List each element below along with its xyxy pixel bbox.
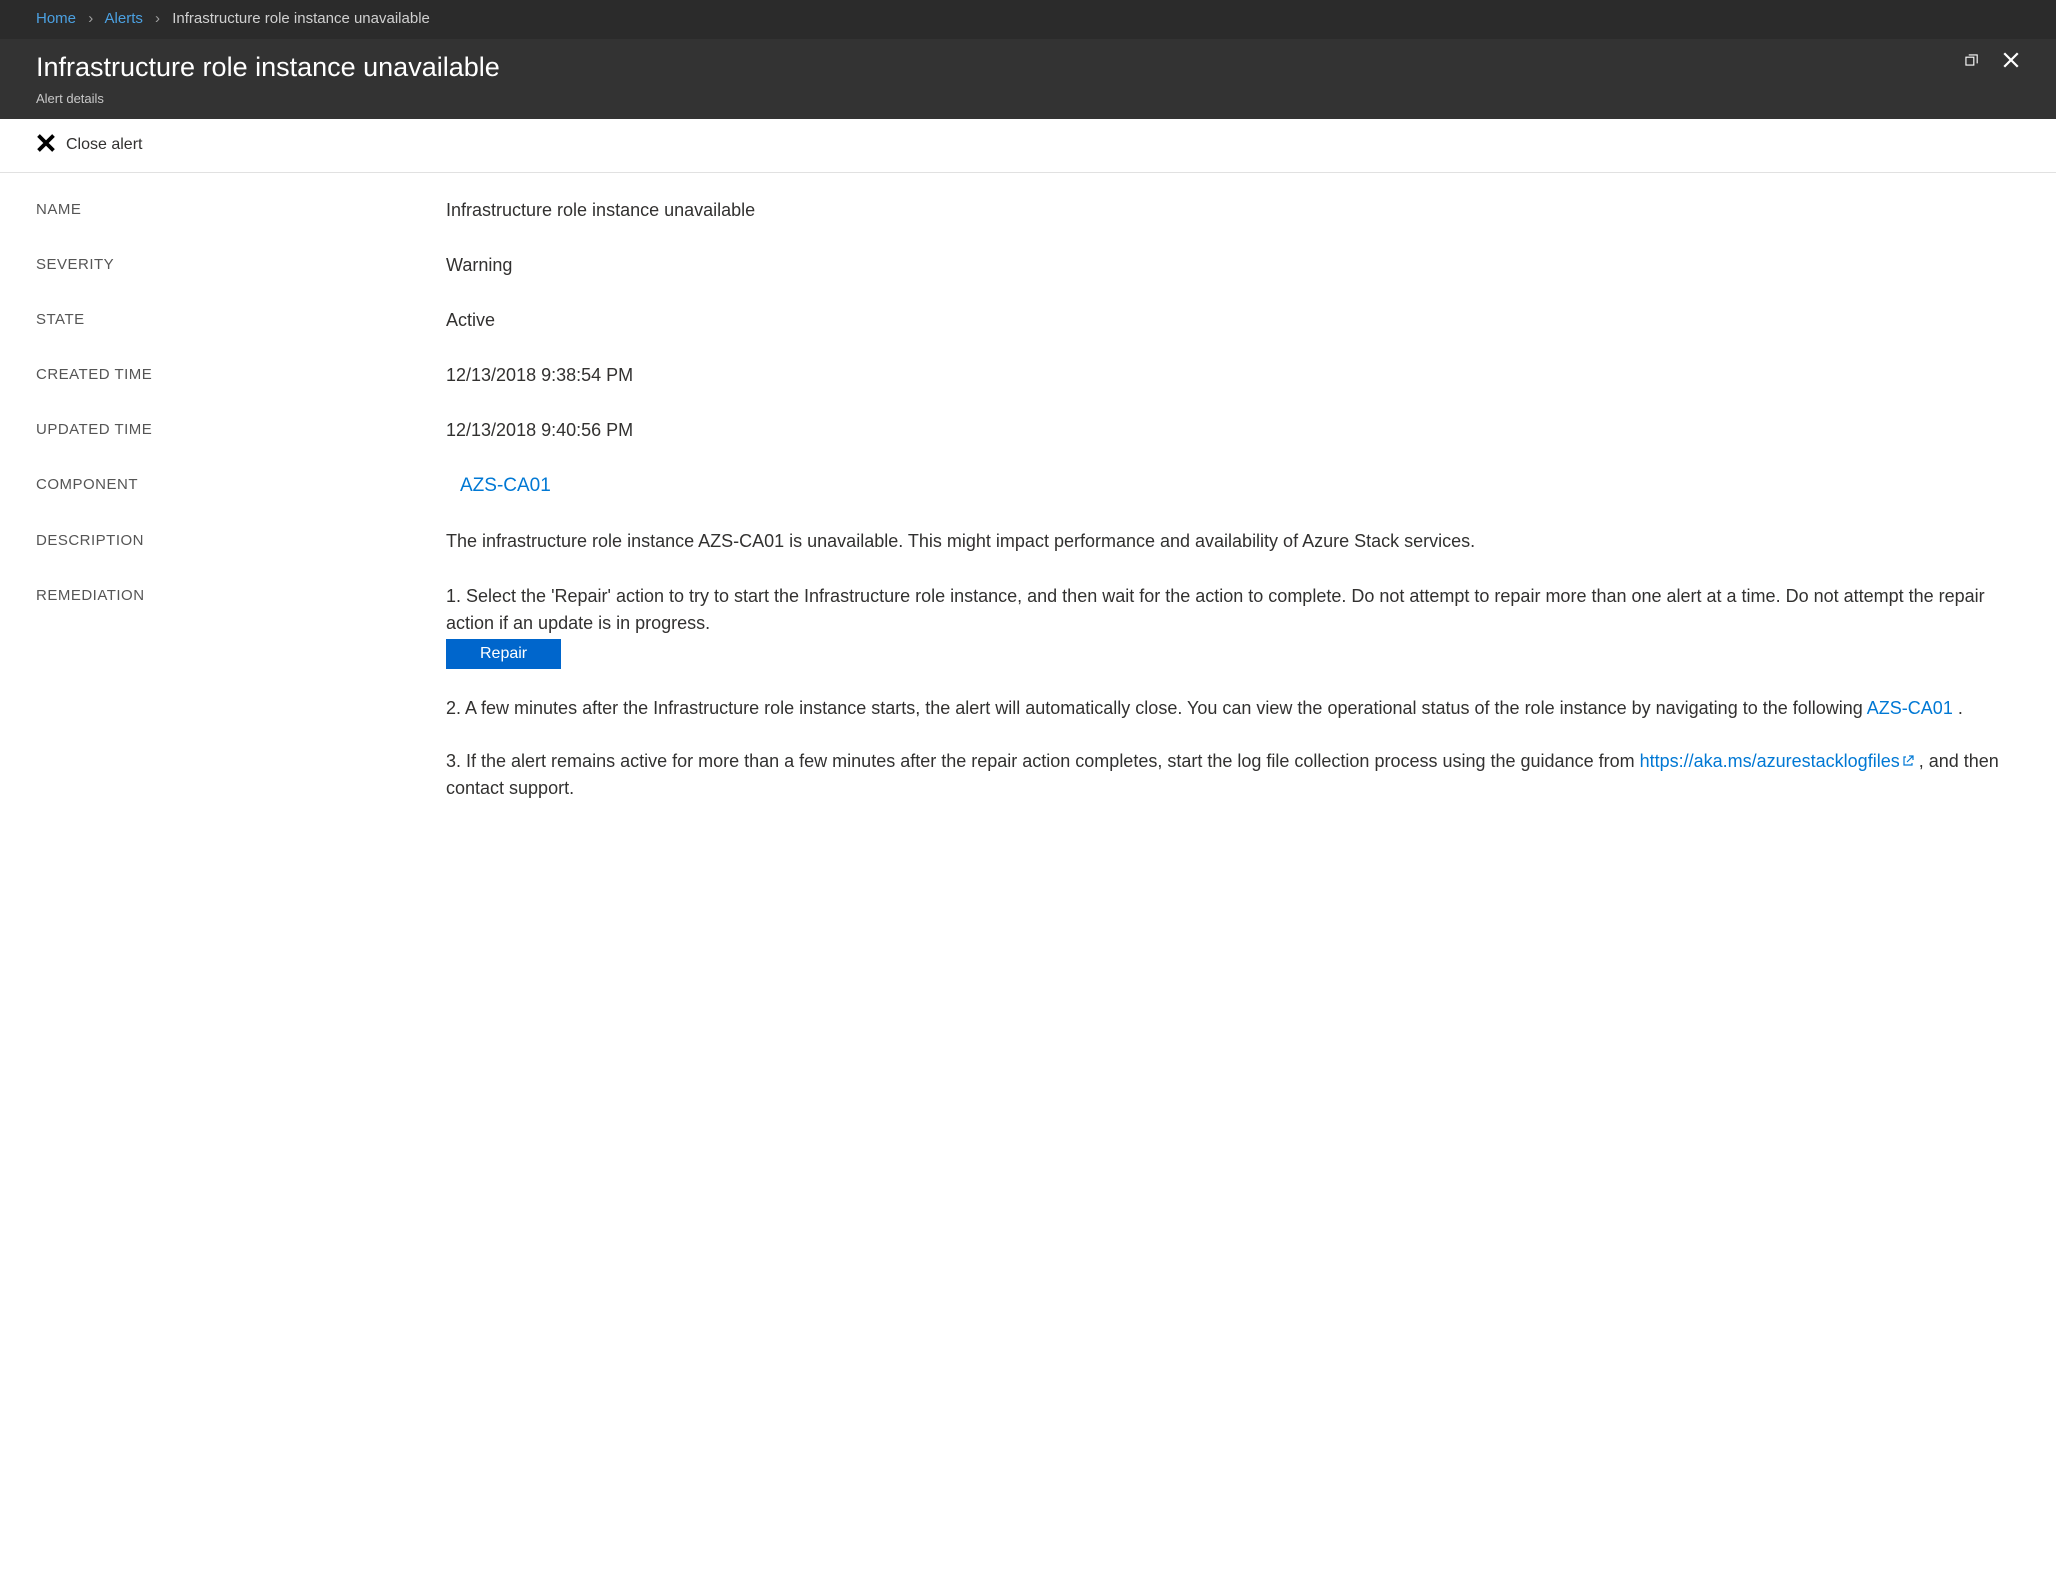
chevron-right-icon: › (155, 10, 160, 27)
value-severity: Warning (446, 252, 2020, 279)
restore-window-icon[interactable] (1962, 51, 1980, 69)
label-description: DESCRIPTION (36, 528, 446, 553)
page-title: Infrastructure role instance unavailable (36, 47, 500, 88)
value-updated-time: 12/13/2018 9:40:56 PM (446, 417, 2020, 444)
close-icon[interactable] (2002, 51, 2020, 69)
label-created-time: CREATED TIME (36, 362, 446, 387)
remediation-step-2-link[interactable]: AZS-CA01 (1867, 698, 1953, 718)
remediation-step-1: 1. Select the 'Repair' action to try to … (446, 583, 2020, 637)
remediation-step-3-link[interactable]: https://aka.ms/azurestacklogfiles (1640, 751, 1900, 771)
close-alert-label: Close alert (66, 136, 142, 154)
value-created-time: 12/13/2018 9:38:54 PM (446, 362, 2020, 389)
external-link-icon (1902, 748, 1914, 775)
repair-button[interactable]: Repair (446, 639, 561, 669)
value-name: Infrastructure role instance unavailable (446, 197, 2020, 224)
value-state: Active (446, 307, 2020, 334)
label-updated-time: UPDATED TIME (36, 417, 446, 442)
value-remediation: 1. Select the 'Repair' action to try to … (446, 583, 2020, 828)
breadcrumb-home[interactable]: Home (36, 10, 76, 27)
breadcrumb-current: Infrastructure role instance unavailable (172, 10, 430, 27)
remediation-step-3-prefix: 3. If the alert remains active for more … (446, 751, 1640, 771)
page-subtitle: Alert details (36, 89, 500, 109)
label-name: NAME (36, 197, 446, 222)
label-state: STATE (36, 307, 446, 332)
close-alert-button[interactable]: Close alert (36, 129, 142, 162)
toolbar: Close alert (0, 119, 2056, 173)
label-severity: SEVERITY (36, 252, 446, 277)
value-description: The infrastructure role instance AZS-CA0… (446, 528, 2020, 555)
close-icon (36, 133, 56, 158)
label-component: COMPONENT (36, 472, 446, 497)
breadcrumb-alerts[interactable]: Alerts (105, 10, 143, 27)
label-remediation: REMEDIATION (36, 583, 446, 608)
remediation-step-2-prefix: 2. A few minutes after the Infrastructur… (446, 698, 1867, 718)
chevron-right-icon: › (88, 10, 93, 27)
component-link[interactable]: AZS-CA01 (446, 475, 551, 496)
remediation-step-2-suffix: . (1953, 698, 1963, 718)
breadcrumb: Home › Alerts › Infrastructure role inst… (0, 0, 2056, 39)
